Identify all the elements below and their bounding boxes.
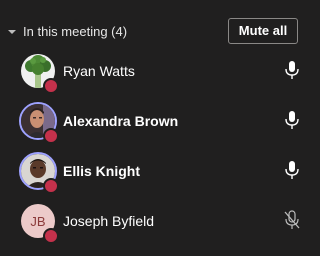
participant-row[interactable]: Ellis Knight [0, 149, 318, 199]
avatar-initials: JB [30, 213, 46, 229]
participant-name: Ryan Watts [63, 63, 135, 79]
status-busy-badge [43, 128, 59, 144]
participant-row[interactable]: JB Joseph Byfield [0, 199, 318, 249]
participant-row[interactable]: Alexandra Brown [0, 99, 318, 149]
participants-panel: In this meeting (4) Mute all Ryan Watts [0, 0, 318, 256]
participant-row[interactable]: Ryan Watts [0, 49, 318, 99]
mute-all-button[interactable]: Mute all [228, 18, 298, 44]
participant-name: Joseph Byfield [63, 213, 155, 229]
participants-section-header: In this meeting (4) Mute all [0, 18, 318, 46]
microphone-icon[interactable] [283, 60, 301, 80]
status-busy-badge [43, 228, 59, 244]
section-title: In this meeting (4) [23, 24, 128, 39]
status-busy-badge [43, 178, 59, 194]
microphone-icon[interactable] [283, 110, 301, 130]
participant-name: Alexandra Brown [63, 113, 179, 129]
status-busy-badge [43, 78, 59, 94]
microphone-muted-icon[interactable] [283, 210, 301, 230]
participant-name: Ellis Knight [63, 163, 140, 179]
chevron-down-icon[interactable] [7, 27, 17, 37]
microphone-icon[interactable] [283, 160, 301, 180]
